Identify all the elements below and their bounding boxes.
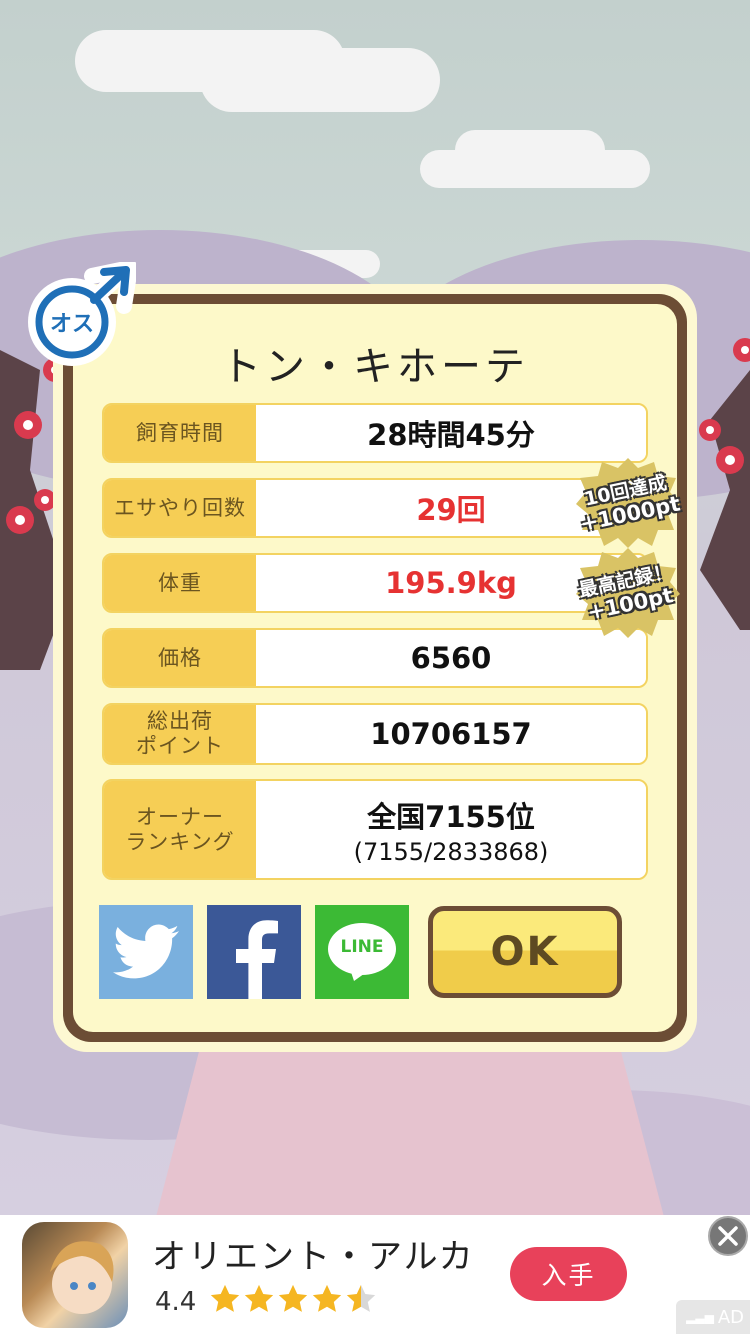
stat-value: 10706157 — [256, 705, 646, 763]
bonus-badge: 最高記録！ +100pt — [576, 548, 680, 638]
stat-row-weight: 体重 195.9kg — [102, 553, 648, 613]
line-share-button[interactable]: LINE — [315, 905, 409, 999]
star-icon — [210, 1284, 240, 1312]
stat-row-total-points: 総出荷 ポイント 10706157 — [102, 703, 648, 765]
stat-row-price: 価格 6560 — [102, 628, 648, 688]
app-icon[interactable] — [22, 1222, 128, 1328]
get-app-button[interactable]: 入手 — [510, 1247, 627, 1301]
stat-row-breeding-time: 飼育時間 28時間45分 — [102, 403, 648, 463]
bonus-badge: 10回達成 +1000pt — [576, 458, 682, 548]
ad-tag-label: AD — [717, 1306, 744, 1328]
pink-path — [150, 1040, 670, 1215]
stat-label: エサやり回数 — [104, 480, 256, 536]
star-icon — [278, 1284, 308, 1312]
ad-banner[interactable]: オリエント・アルカ 4.4 入手 — [0, 1215, 750, 1334]
ranking-value: 全国7155位 — [367, 799, 535, 834]
stat-label-line: オーナー — [136, 804, 224, 829]
stat-label: 飼育時間 — [104, 405, 256, 461]
ad-tag: ▂▃▅ AD — [676, 1300, 750, 1334]
rating-stars — [208, 1282, 378, 1316]
close-icon — [718, 1226, 738, 1246]
stat-label: 価格 — [104, 630, 256, 686]
stat-value: 28時間45分 — [256, 405, 646, 461]
cloud — [455, 130, 605, 170]
gender-label: オス — [49, 312, 94, 337]
ad-app-title[interactable]: オリエント・アルカ — [152, 1229, 475, 1278]
stat-label: 体重 — [104, 555, 256, 611]
stat-label-line: ランキング — [125, 829, 235, 854]
ad-rating-value: 4.4 — [155, 1287, 197, 1317]
stat-label-line: ポイント — [136, 734, 224, 758]
twitter-bird-icon — [113, 924, 179, 979]
stat-label: オーナー ランキング — [104, 781, 256, 878]
line-label: LINE — [340, 937, 384, 957]
facebook-f-icon — [236, 920, 278, 999]
close-ad-button[interactable] — [708, 1216, 748, 1256]
ok-button[interactable]: OK — [428, 906, 622, 998]
game-character-icon — [50, 1241, 114, 1314]
star-icon — [244, 1284, 274, 1312]
facebook-share-button[interactable] — [207, 905, 301, 999]
stat-value: 全国7155位 (7155/2833868) — [256, 781, 646, 878]
half-star-icon — [346, 1284, 376, 1312]
star-icon — [312, 1284, 342, 1312]
stat-row-feed-count: エサやり回数 29回 — [102, 478, 648, 538]
stat-label: 総出荷 ポイント — [104, 705, 256, 763]
stat-row-owner-ranking: オーナー ランキング 全国7155位 (7155/2833868) — [102, 779, 648, 880]
pet-name-title: トン・キホーテ — [221, 344, 529, 390]
line-logo-icon: LINE — [328, 923, 396, 981]
twitter-share-button[interactable] — [99, 905, 193, 999]
cloud — [200, 48, 440, 112]
ranking-detail: (7155/2833868) — [353, 837, 549, 866]
signal-icon: ▂▃▅ — [686, 1310, 714, 1324]
stat-label-line: 総出荷 — [147, 709, 213, 733]
